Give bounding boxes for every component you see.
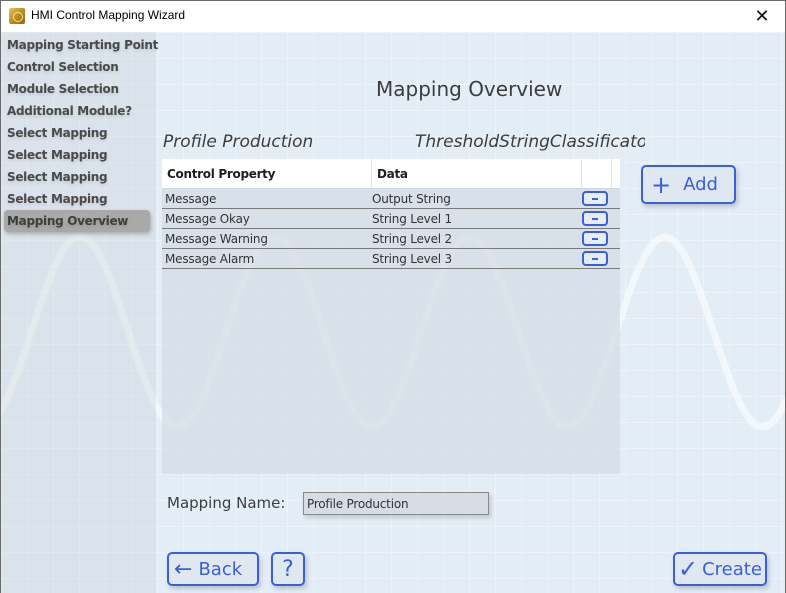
column-header-action [582, 159, 612, 188]
app-icon [9, 8, 25, 24]
help-button[interactable]: ? [271, 552, 305, 586]
step-select-mapping-3[interactable]: Select Mapping [4, 166, 154, 188]
wizard-window: HMI Control Mapping Wizard ✕ Mapping Sta… [0, 0, 786, 593]
create-button-label: Create [702, 558, 762, 580]
table-row[interactable]: Message Okay String Level 1 [162, 209, 620, 229]
plus-icon: + [651, 170, 672, 199]
step-mapping-overview[interactable]: Mapping Overview [4, 210, 150, 232]
cell-data: String Level 3 [372, 251, 452, 266]
step-select-mapping-4[interactable]: Select Mapping [4, 188, 154, 210]
table-row[interactable]: Message Output String [162, 189, 620, 209]
column-header-data[interactable]: Data [372, 159, 582, 188]
question-mark-icon: ? [282, 556, 294, 582]
step-control-selection[interactable]: Control Selection [4, 56, 154, 78]
remove-row-button[interactable] [582, 191, 608, 206]
cell-property: Message Warning [165, 231, 268, 246]
close-button[interactable]: ✕ [739, 1, 785, 32]
remove-row-button[interactable] [582, 251, 608, 266]
page-title: Mapping Overview [376, 77, 563, 101]
back-button-label: Back [198, 558, 243, 580]
checkmark-icon: ✓ [678, 555, 699, 583]
remove-row-button[interactable] [582, 211, 608, 226]
add-mapping-button[interactable]: + Add [641, 165, 736, 204]
step-additional-module[interactable]: Additional Module? [4, 100, 154, 122]
step-mapping-starting-point[interactable]: Mapping Starting Point [4, 34, 158, 56]
remove-row-button[interactable] [582, 231, 608, 246]
create-button[interactable]: ✓ Create [673, 552, 767, 586]
mapping-name-input[interactable] [303, 492, 489, 515]
mapping-grid: Control Property Data Message Output Str… [162, 159, 620, 474]
step-select-mapping-2[interactable]: Select Mapping [4, 144, 154, 166]
table-row[interactable]: Message Warning String Level 2 [162, 229, 620, 249]
add-button-label: Add [683, 174, 718, 195]
wizard-content: Mapping Starting Point Control Selection… [1, 32, 785, 593]
step-module-selection[interactable]: Module Selection [4, 78, 154, 100]
module-name: ThresholdStringClassificator1 [415, 132, 645, 152]
mapping-name-label: Mapping Name: [167, 494, 286, 512]
step-select-mapping-1[interactable]: Select Mapping [4, 122, 154, 144]
window-title: HMI Control Mapping Wizard [31, 8, 186, 22]
grid-header: Control Property Data [162, 159, 620, 189]
cell-property: Message Okay [165, 211, 250, 226]
table-row[interactable]: Message Alarm String Level 3 [162, 249, 620, 269]
cell-property: Message [165, 191, 217, 206]
cell-data: Output String [372, 191, 451, 206]
cell-data: String Level 2 [372, 231, 452, 246]
arrow-left-icon: ← [174, 556, 193, 582]
wizard-steps-sidebar: Mapping Starting Point Control Selection… [4, 34, 158, 232]
cell-data: String Level 1 [372, 211, 452, 226]
column-header-control-property[interactable]: Control Property [162, 159, 372, 188]
cell-property: Message Alarm [165, 251, 255, 266]
column-header-spacer [612, 159, 620, 188]
title-bar: HMI Control Mapping Wizard ✕ [1, 1, 785, 32]
back-button[interactable]: ← Back [167, 552, 259, 586]
profile-name: Profile Production [163, 132, 314, 152]
